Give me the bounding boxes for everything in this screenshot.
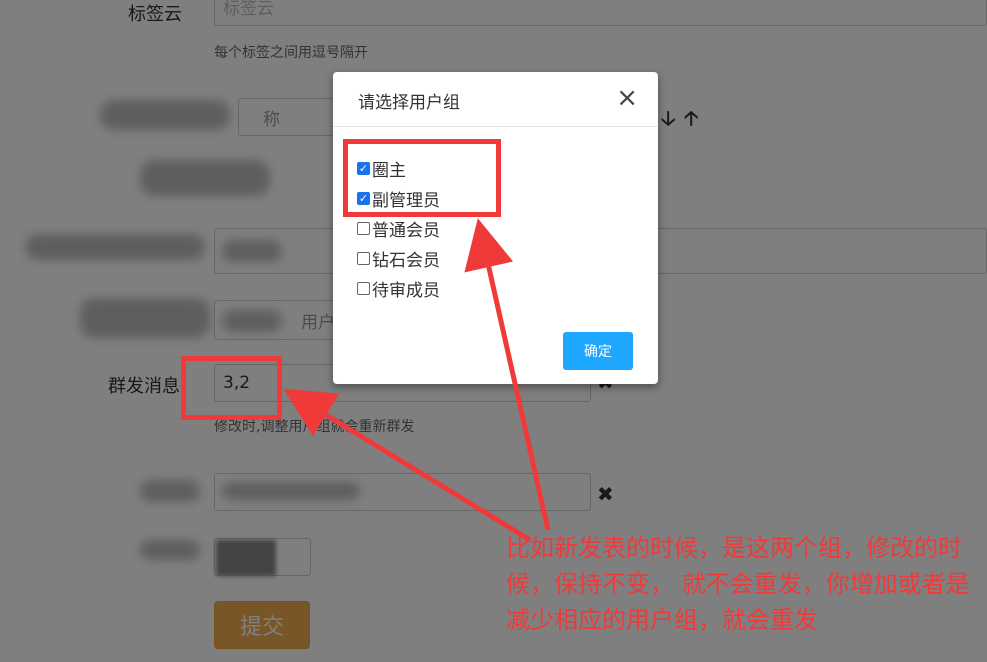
arrow-to-modal	[464, 218, 551, 531]
annotation-text: 比如新发表的时候，是这两个组，修改的时候，保持不变， 就不会重发，你增加或者是减…	[506, 534, 970, 634]
arrow-to-value	[283, 388, 532, 543]
